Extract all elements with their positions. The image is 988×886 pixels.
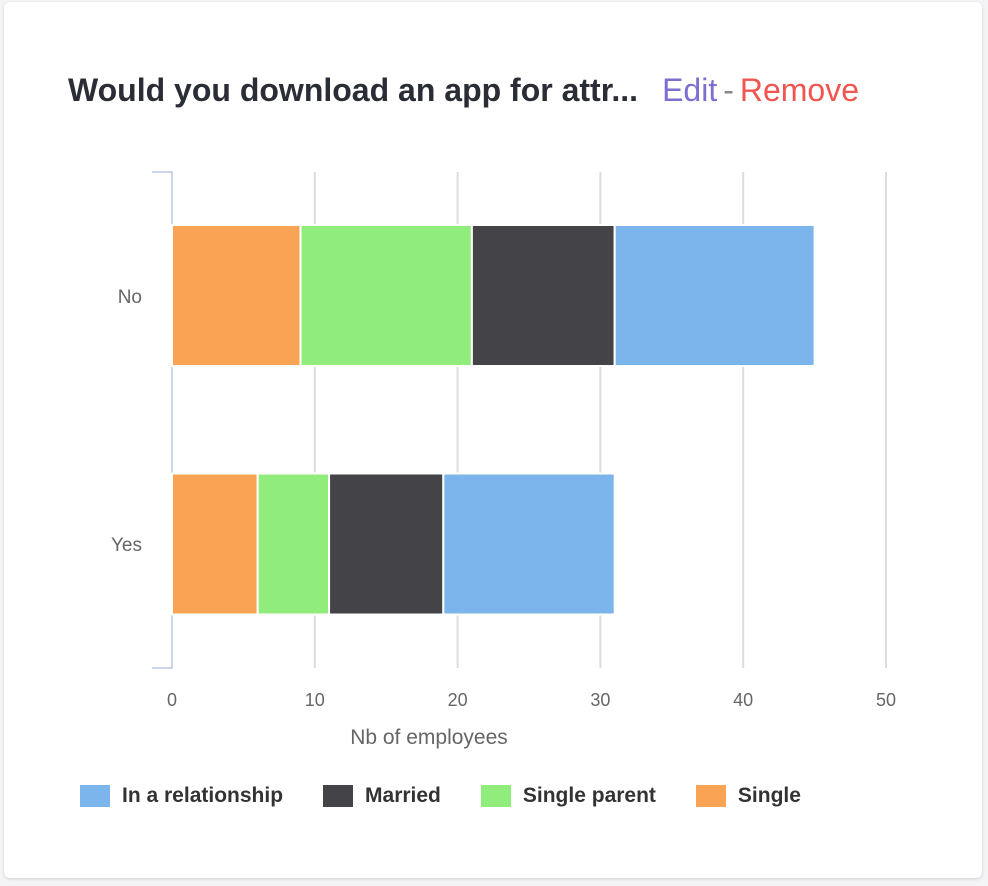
legend-label: In a relationship xyxy=(122,784,284,807)
y-tick-label: No xyxy=(118,287,142,308)
x-tick-label: 0 xyxy=(167,690,177,710)
legend-swatch xyxy=(480,785,511,807)
x-tick-label: 30 xyxy=(590,690,610,710)
y-tick-label: Yes xyxy=(111,535,142,556)
bar-segment xyxy=(256,472,331,616)
bar-segment xyxy=(299,224,473,367)
legend-swatch xyxy=(80,785,110,807)
legend-label: Married xyxy=(365,784,441,807)
bar-segment xyxy=(442,472,616,616)
bar-segment xyxy=(328,472,445,616)
x-tick-label: 10 xyxy=(305,690,325,710)
legend-item[interactable]: Single parent xyxy=(480,784,656,808)
bar-chart: 0 10 20 30 40 50 Nb of employees No Yes xyxy=(111,171,896,749)
x-axis-title: Nb of employees xyxy=(350,726,508,749)
bar-segment xyxy=(171,224,302,367)
x-tick-label: 40 xyxy=(733,690,753,710)
legend-label: Single xyxy=(737,784,801,807)
legend-item[interactable]: Married xyxy=(323,784,441,808)
legend: In a relationship Married Single parent Sin… xyxy=(80,784,841,808)
bar-segment xyxy=(470,224,616,367)
y-axis-line xyxy=(152,171,173,669)
x-tick-label: 50 xyxy=(876,690,896,710)
legend-item[interactable]: Single xyxy=(695,784,801,808)
x-tick-label: 20 xyxy=(448,690,468,710)
legend-swatch xyxy=(695,785,726,807)
bar-segment xyxy=(171,472,259,616)
legend-label: Single parent xyxy=(522,784,656,807)
legend-item[interactable]: In a relationship xyxy=(80,784,283,808)
bar-segment xyxy=(613,224,816,367)
legend-swatch xyxy=(323,785,354,807)
